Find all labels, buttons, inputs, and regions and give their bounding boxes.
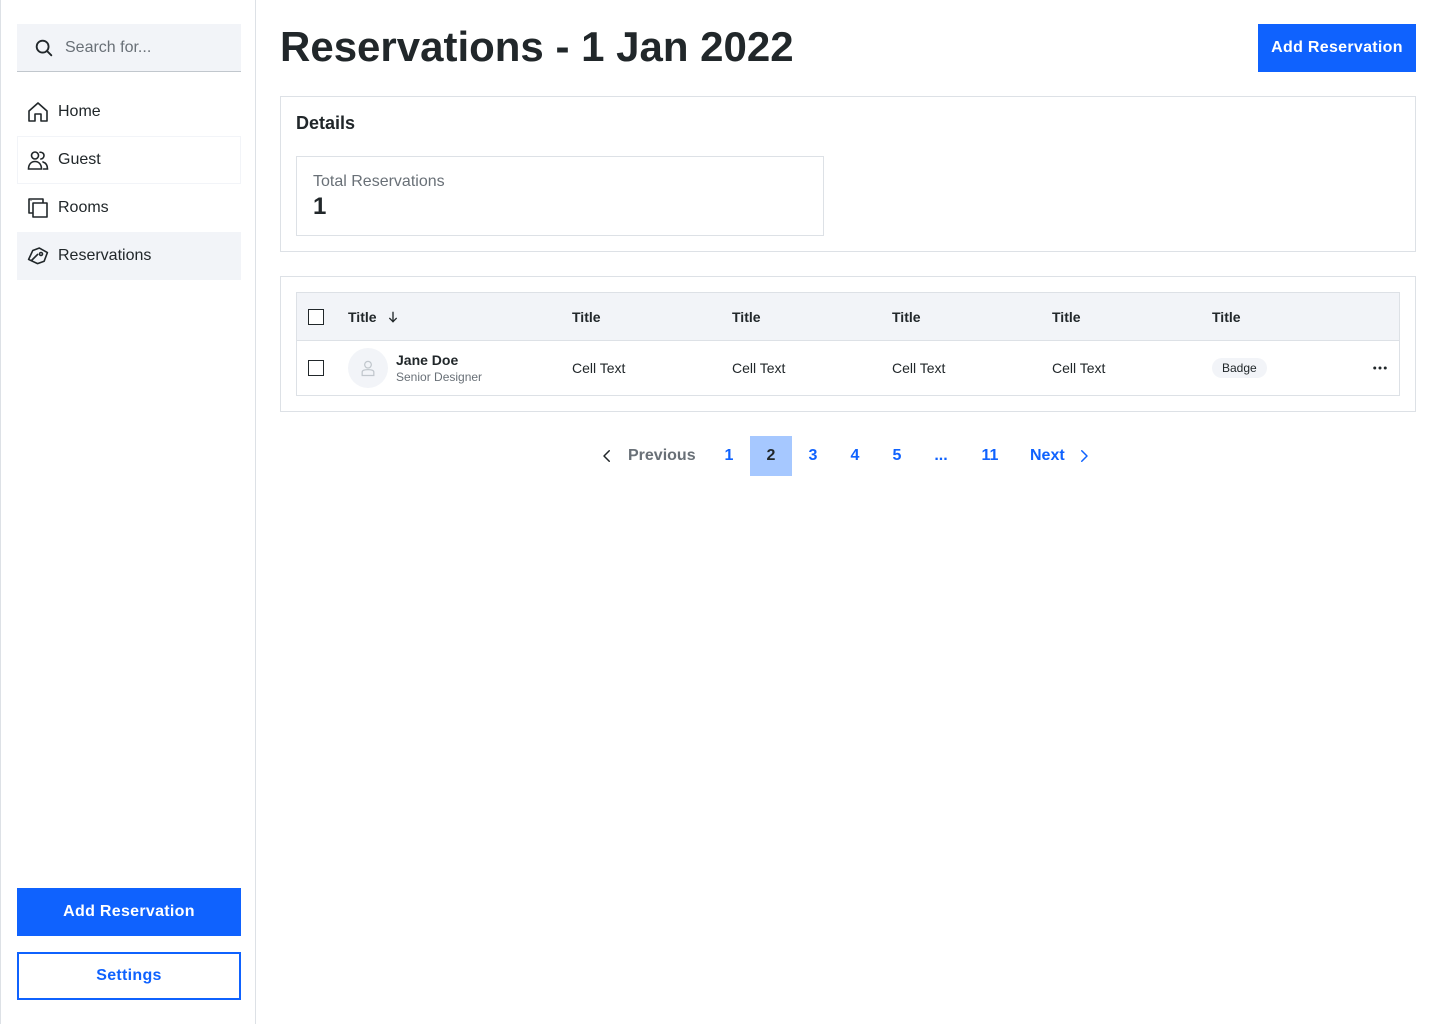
sort-down-icon: [388, 311, 397, 323]
row-more-button[interactable]: [1371, 341, 1389, 395]
search-box[interactable]: [17, 24, 241, 72]
page-11[interactable]: 11: [964, 436, 1016, 476]
avatar: [348, 348, 388, 388]
previous-page-button[interactable]: Previous: [596, 436, 708, 476]
search-input[interactable]: [65, 38, 225, 57]
stat-value: 1: [313, 193, 327, 220]
chevron-right-icon: [1080, 450, 1088, 462]
table-row[interactable]: Jane Doe Senior Designer Cell Text Cell …: [297, 341, 1399, 395]
guest-role: Senior Designer: [396, 370, 483, 384]
sidebar-item-rooms[interactable]: Rooms: [17, 184, 241, 232]
table-cell: Cell Text: [892, 360, 946, 376]
column-header-sortable[interactable]: Title: [348, 293, 401, 340]
page-1[interactable]: 1: [708, 436, 750, 476]
table-header: Title Title Title Title Title Title: [297, 293, 1399, 341]
column-header-label: Title: [892, 308, 921, 325]
sidebar-item-reservations[interactable]: Reservations: [17, 232, 241, 280]
more-horizontal-icon: [1373, 366, 1387, 370]
sidebar-nav: Home Guest Rooms Reservations: [17, 88, 241, 280]
user-placeholder-icon: [361, 360, 375, 377]
column-header-label: Title: [1052, 308, 1081, 325]
sidebar-settings-button[interactable]: Settings: [17, 952, 241, 1000]
previous-label: Previous: [628, 447, 696, 464]
row-checkbox[interactable]: [308, 360, 324, 376]
chevron-left-icon: [603, 450, 610, 462]
page-2-current[interactable]: 2: [750, 436, 792, 476]
table-cell: Cell Text: [1052, 360, 1106, 376]
guest-name: Jane Doe: [396, 352, 459, 368]
add-reservation-button[interactable]: Add Reservation: [1258, 24, 1416, 72]
users-icon: [27, 151, 49, 170]
table-cell: Cell Text: [572, 360, 626, 376]
next-label: Next: [1030, 447, 1065, 464]
column-header-label: Title: [572, 308, 601, 325]
select-all-checkbox[interactable]: [308, 308, 324, 325]
sidebar-item-label: Rooms: [58, 199, 109, 216]
table-cell: Cell Text: [732, 360, 786, 376]
pagination: Previous 1 2 3 4 5 ... 11 Next: [596, 436, 1106, 476]
sidebar-item-guest[interactable]: Guest: [17, 136, 241, 184]
column-header-label: Title: [732, 308, 761, 325]
sidebar-item-label: Home: [58, 103, 101, 120]
next-page-button[interactable]: Next: [1030, 436, 1106, 476]
sidebar-item-label: Reservations: [58, 247, 152, 264]
column-header-label: Title: [348, 308, 377, 325]
page-title: Reservations - 1 Jan 2022: [280, 23, 794, 70]
page-ellipsis: ...: [934, 447, 948, 464]
home-icon: [28, 102, 48, 122]
table-panel: Title Title Title Title Title Title Jane…: [280, 276, 1416, 412]
page-3[interactable]: 3: [792, 436, 834, 476]
details-heading: Details: [296, 113, 356, 133]
stat-card: Total Reservations 1: [296, 156, 824, 236]
column-header-label: Title: [1212, 308, 1241, 325]
reservations-table: Title Title Title Title Title Title Jane…: [296, 292, 1400, 396]
status-badge: Badge: [1212, 358, 1267, 378]
tag-icon: [27, 247, 49, 265]
sidebar-item-label: Guest: [58, 151, 101, 168]
page-4[interactable]: 4: [834, 436, 876, 476]
details-panel: Details Total Reservations 1: [280, 96, 1416, 252]
sidebar-item-home[interactable]: Home: [17, 88, 241, 136]
sidebar-add-reservation-button[interactable]: Add Reservation: [17, 888, 241, 936]
stat-label: Total Reservations: [313, 173, 445, 190]
sidebar: Home Guest Rooms Reservations Add Reserv…: [0, 0, 256, 1024]
rooms-icon: [28, 198, 48, 218]
page-5[interactable]: 5: [876, 436, 918, 476]
search-icon: [35, 39, 53, 56]
